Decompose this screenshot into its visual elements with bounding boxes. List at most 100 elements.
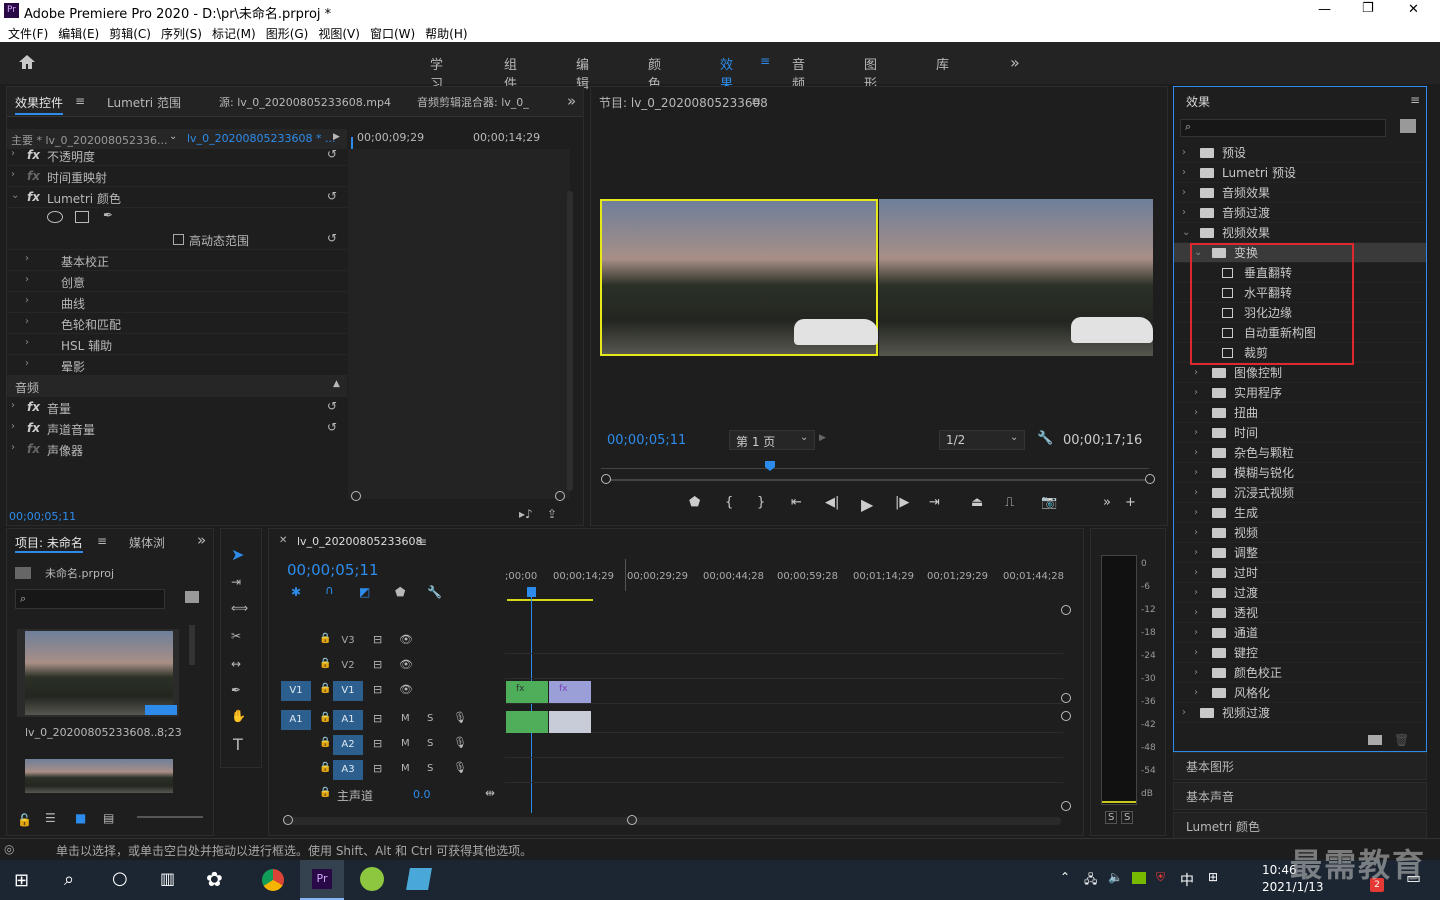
tab-lumetri-scopes[interactable]: Lumetri 范围 (107, 94, 181, 111)
track-lock-icon[interactable]: 🔒 (319, 737, 331, 748)
tab-audio-clip-mixer[interactable]: 音频剪辑混合器: lv_0_ (417, 94, 529, 110)
nvidia-icon[interactable] (1132, 872, 1146, 884)
workspace-menu-icon[interactable]: ≡ (760, 54, 770, 68)
effects-search-input[interactable]: ⌕ (1180, 119, 1386, 137)
chevron-right-icon[interactable]: › (1194, 563, 1198, 583)
effect-folder[interactable]: › 视频过渡 (1174, 703, 1426, 723)
chevron-right-icon[interactable]: › (1182, 143, 1186, 163)
menu-item[interactable]: 序列(S) (161, 25, 202, 42)
effect-folder[interactable]: › 视频 (1174, 523, 1426, 543)
panel-menu-icon[interactable]: ≡ (751, 94, 761, 108)
lock-icon[interactable]: 🔓 (17, 813, 32, 827)
effect-folder[interactable]: › 图像控制 (1174, 363, 1426, 383)
ec-row[interactable]: › HSL 辅助 (7, 334, 347, 355)
chevron-right-icon[interactable]: › (11, 400, 15, 411)
track-lock-icon[interactable]: 🔒 (319, 633, 331, 644)
chevron-right-icon[interactable]: › (1194, 683, 1198, 703)
effect-folder[interactable]: › 风格化 (1174, 683, 1426, 703)
vscroll-handle[interactable] (1061, 605, 1071, 615)
sync-lock-icon[interactable]: ⊟ (373, 683, 382, 696)
video-clip-b[interactable]: fx (549, 681, 591, 703)
effect-folder[interactable]: › 实用程序 (1174, 383, 1426, 403)
chevron-right-icon[interactable]: › (11, 421, 15, 432)
cortana-icon[interactable]: ○ (112, 868, 128, 889)
hand-tool-icon[interactable]: ✋ (231, 709, 246, 723)
freeform-view-icon[interactable]: ▤ (103, 811, 114, 825)
mark-in-icon[interactable]: { (725, 495, 733, 510)
premiere-taskbar-icon[interactable]: Pr (300, 860, 344, 900)
track-lock-icon[interactable]: 🔒 (319, 683, 331, 694)
chevron-right-icon[interactable]: › (1194, 383, 1198, 403)
type-tool-icon[interactable]: T (233, 735, 243, 754)
tab-media-browser[interactable]: 媒体浏 (129, 534, 165, 551)
chevron-right-icon[interactable]: › (1194, 483, 1198, 503)
ime-icon[interactable]: ⊞ (1208, 870, 1218, 884)
close-button[interactable]: ✕ (1408, 2, 1419, 17)
shield-icon[interactable]: ⛨ (1156, 870, 1165, 885)
master-value[interactable]: 0.0 (413, 788, 431, 801)
collapsed-panel[interactable]: 基本图形 (1173, 752, 1427, 780)
solo-button[interactable]: S (427, 713, 433, 724)
zoom-handle-right[interactable] (1145, 474, 1155, 484)
slip-tool-icon[interactable]: ↔ (231, 657, 241, 671)
vscroll-handle[interactable] (1061, 801, 1071, 811)
effect-folder[interactable]: › 调整 (1174, 543, 1426, 563)
effect-folder[interactable]: › 沉浸式视频 (1174, 483, 1426, 503)
chevron-right-icon[interactable]: › (1194, 663, 1198, 683)
go-to-out-icon[interactable]: ⇥ (929, 495, 940, 510)
menu-item[interactable]: 帮助(H) (425, 25, 467, 42)
solo-right-button[interactable]: S (1121, 811, 1134, 824)
ec-zoom-handle[interactable] (351, 491, 361, 501)
task-view-icon[interactable]: ▥ (160, 869, 175, 888)
vscroll-handle[interactable] (1061, 711, 1071, 721)
program-timecode[interactable]: 00;00;05;11 (607, 433, 686, 448)
workspace-more-icon[interactable]: » (1010, 53, 1020, 72)
chevron-right-icon[interactable]: › (1194, 503, 1198, 523)
add-marker-icon[interactable]: ⬟ (395, 585, 405, 599)
track-target[interactable]: A3 (333, 760, 363, 780)
effect-folder[interactable]: › 过时 (1174, 563, 1426, 583)
tab-effect-controls[interactable]: 效果控件 (15, 94, 64, 115)
effect-folder[interactable]: ⌄ 视频效果 (1174, 223, 1426, 243)
menu-item[interactable]: 文件(F) (8, 25, 48, 42)
effect-folder[interactable]: › 时间 (1174, 423, 1426, 443)
sequence-clip-label[interactable]: lv_0_20200805233608 * ... (187, 132, 336, 145)
track-target[interactable]: V2 (333, 656, 363, 676)
sync-lock-icon[interactable]: ⊟ (373, 762, 382, 775)
mark-out-icon[interactable]: } (757, 495, 765, 510)
play-only-audio-icon[interactable]: ▸♪ (519, 507, 533, 521)
network-icon[interactable]: 🖧 (1084, 870, 1097, 891)
input-language[interactable]: 中 (1180, 870, 1194, 890)
list-view-icon[interactable]: ☰ (45, 811, 56, 825)
effect-folder[interactable]: › 扭曲 (1174, 403, 1426, 423)
effect-folder[interactable]: › 颜色校正 (1174, 663, 1426, 683)
effect-folder[interactable]: › 音频效果 (1174, 183, 1426, 203)
ec-playhead[interactable] (351, 137, 353, 149)
chevron-right-icon[interactable]: › (25, 337, 29, 348)
track-target[interactable]: A2 (333, 735, 363, 755)
nest-icon[interactable]: ✱ (291, 585, 301, 599)
step-forward-icon[interactable]: |▶ (895, 495, 909, 510)
timeline-timecode[interactable]: 00;00;05;11 (287, 561, 379, 579)
work-area-bar[interactable] (507, 599, 593, 601)
zoom-slider[interactable] (137, 816, 203, 818)
ec-row[interactable]: › 晕影 (7, 355, 347, 376)
vscroll-handle[interactable] (1061, 693, 1071, 703)
chevron-right-icon[interactable]: › (1194, 583, 1198, 603)
tab-source[interactable]: 源: lv_0_20200805233608.mp4 (219, 94, 391, 110)
ec-row[interactable]: › 创意 (7, 271, 347, 292)
selection-tool-icon[interactable]: ➤ (231, 545, 244, 564)
menu-item[interactable]: 编辑(E) (58, 25, 99, 42)
more-tabs-icon[interactable]: » (197, 531, 206, 549)
menu-item[interactable]: 图形(G) (266, 25, 309, 42)
ec-row[interactable]: › 基本校正 (7, 250, 347, 271)
new-bin-icon[interactable] (1400, 119, 1416, 133)
sync-lock-icon[interactable]: ⊟ (373, 633, 382, 646)
mic-icon[interactable]: 🎙 (453, 736, 467, 749)
solo-button[interactable]: S (427, 738, 433, 749)
chevron-right-icon[interactable]: › (1194, 603, 1198, 623)
reset-icon[interactable]: ↺ (327, 420, 337, 434)
close-sequence-icon[interactable]: ✕ (279, 535, 287, 546)
tray-chevron-up-icon[interactable]: ⌃ (1060, 870, 1070, 884)
effects-title[interactable]: 效果 (1186, 93, 1210, 110)
